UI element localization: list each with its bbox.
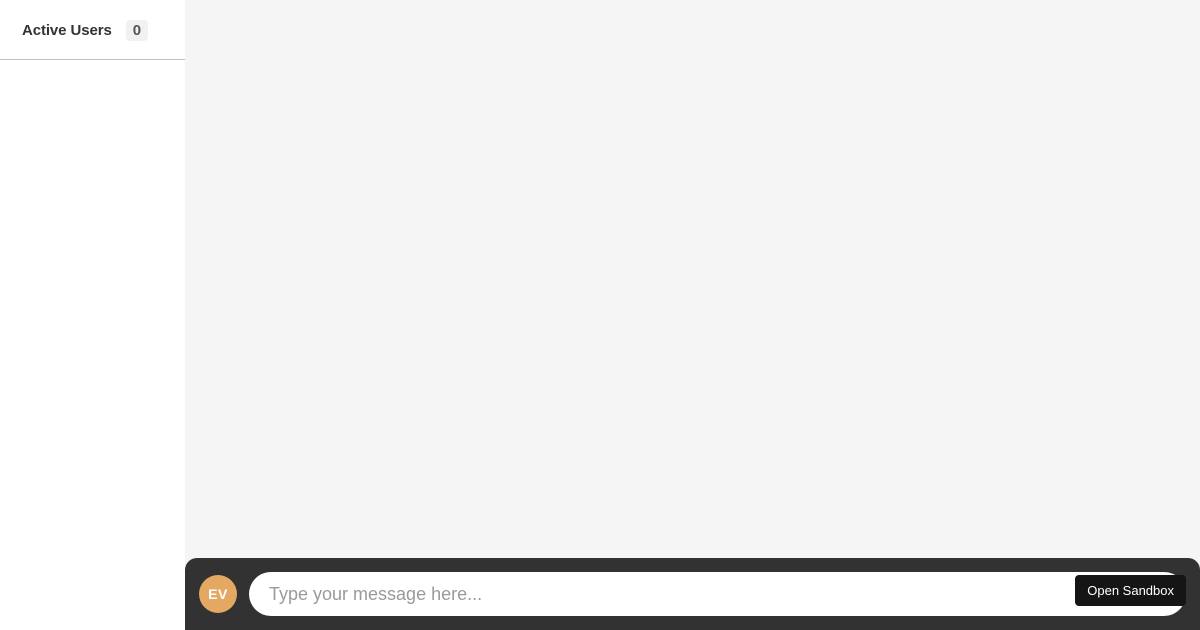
active-users-label: Active Users — [22, 22, 112, 39]
open-sandbox-button[interactable]: Open Sandbox — [1075, 575, 1186, 606]
message-input-wrapper — [249, 572, 1186, 616]
avatar[interactable]: EV — [199, 575, 237, 613]
message-input[interactable] — [269, 584, 1166, 605]
active-users-count: 0 — [126, 20, 148, 41]
sidebar-header: Active Users 0 — [0, 0, 185, 60]
composer-bar: EV Open Sandbox — [185, 558, 1200, 630]
sidebar: Active Users 0 — [0, 0, 185, 630]
main-area: EV Open Sandbox — [185, 0, 1200, 630]
